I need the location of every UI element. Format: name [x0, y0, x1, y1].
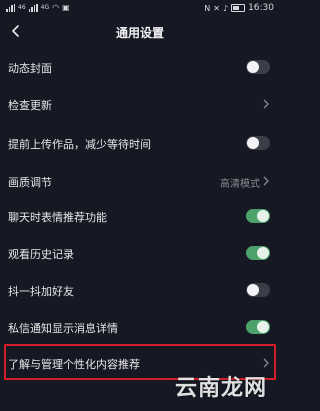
message-detail-toggle[interactable]	[246, 320, 270, 334]
nav-bar: 通用设置	[0, 17, 280, 45]
quality-value: 高清模式	[220, 179, 260, 190]
wifi-icon: ◠	[52, 3, 60, 12]
watermark: 云南龙网	[175, 370, 275, 401]
status-left: 46 4G ◠ ▣	[6, 3, 70, 12]
setting-row-upload-early[interactable]: 提前上传作品，减少等待时间	[0, 128, 280, 158]
setting-row-emoji-recommend[interactable]: 聊天时表情推荐功能	[0, 201, 280, 231]
shake-friend-toggle[interactable]	[246, 283, 270, 297]
setting-label: 画质调节	[8, 176, 52, 189]
setting-row-shake-friend[interactable]: 抖一抖加好友	[0, 275, 280, 305]
signal-icon-2	[28, 3, 38, 12]
network-label: 4G	[40, 3, 50, 11]
setting-label: 观看历史记录	[8, 248, 74, 261]
toggle-knob	[257, 247, 269, 259]
signal-icon	[6, 3, 15, 12]
status-bar: 46 4G ◠ ▣ N ✕ ♪ 16:30	[0, 0, 280, 16]
watch-history-toggle[interactable]	[246, 246, 270, 260]
mute-icon: ♪	[222, 3, 229, 13]
toggle-knob	[257, 210, 269, 222]
page-title: 通用设置	[115, 26, 164, 40]
toggle-knob	[247, 137, 259, 149]
watermark-text: 云南龙网	[175, 376, 268, 401]
setting-row-check-update[interactable]: 检查更新	[0, 89, 280, 119]
battery-icon	[231, 4, 246, 12]
setting-label: 了解与管理个性化内容推荐	[8, 358, 140, 371]
status-time: 16:30	[248, 3, 274, 13]
status-right: N ✕ ♪ 16:30	[204, 3, 274, 13]
message-icon: ▣	[62, 3, 70, 12]
setting-row-dynamic-cover[interactable]: 动态封面	[0, 52, 280, 82]
setting-label: 动态封面	[8, 62, 52, 75]
setting-label: 检查更新	[8, 99, 52, 112]
network-type: 46	[18, 3, 26, 11]
toggle-knob	[247, 284, 259, 296]
emoji-recommend-toggle[interactable]	[246, 209, 270, 223]
upload-early-toggle[interactable]	[246, 136, 270, 150]
setting-row-quality[interactable]: 画质调节 高清模式	[0, 166, 280, 196]
nfc-icon: N	[204, 3, 211, 13]
setting-label: 抖一抖加好友	[8, 285, 74, 298]
setting-row-watch-history[interactable]: 观看历史记录	[0, 238, 280, 268]
setting-row-message-detail[interactable]: 私信通知显示消息详情	[0, 312, 280, 342]
setting-label: 私信通知显示消息详情	[8, 322, 118, 335]
chevron-right-icon	[263, 176, 269, 186]
chevron-right-icon	[263, 99, 269, 109]
chevron-right-icon	[263, 358, 269, 368]
toggle-knob	[247, 61, 259, 73]
bell-mute-icon: ✕	[213, 3, 220, 13]
setting-label: 聊天时表情推荐功能	[8, 211, 107, 224]
toggle-knob	[257, 321, 269, 333]
dynamic-cover-toggle[interactable]	[246, 60, 270, 74]
setting-label: 提前上传作品，减少等待时间	[8, 138, 151, 151]
